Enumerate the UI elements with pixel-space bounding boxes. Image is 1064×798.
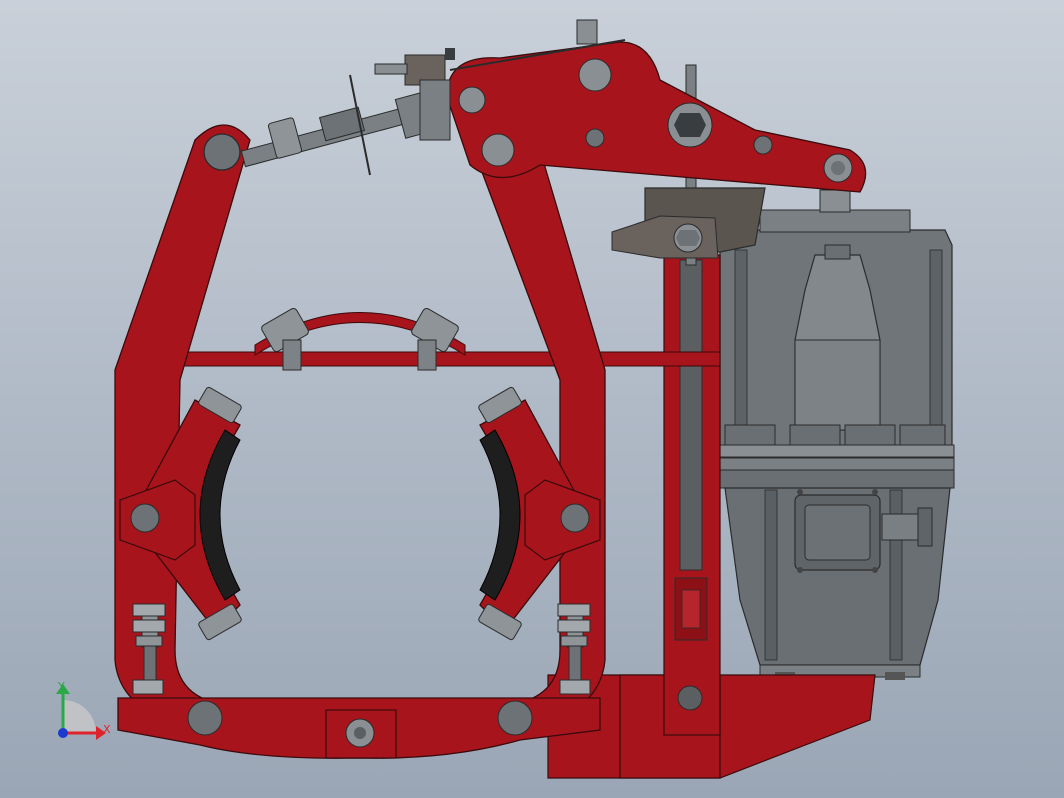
thruster-clevis[interactable] xyxy=(611,187,766,259)
coordinate-triad: Y X xyxy=(56,680,111,740)
top-lever[interactable] xyxy=(447,41,867,193)
tie-rod[interactable] xyxy=(169,307,721,371)
hydraulic-thruster[interactable] xyxy=(717,189,955,716)
spring-rod[interactable] xyxy=(240,74,440,176)
bottom-link[interactable] xyxy=(117,697,601,759)
brake-model[interactable]: Y X xyxy=(0,0,1064,798)
y-axis-label: Y xyxy=(57,680,65,693)
z-axis-dot xyxy=(58,728,68,738)
graphics-viewport[interactable]: Y X xyxy=(0,0,1064,798)
x-axis-label: X xyxy=(103,723,111,736)
